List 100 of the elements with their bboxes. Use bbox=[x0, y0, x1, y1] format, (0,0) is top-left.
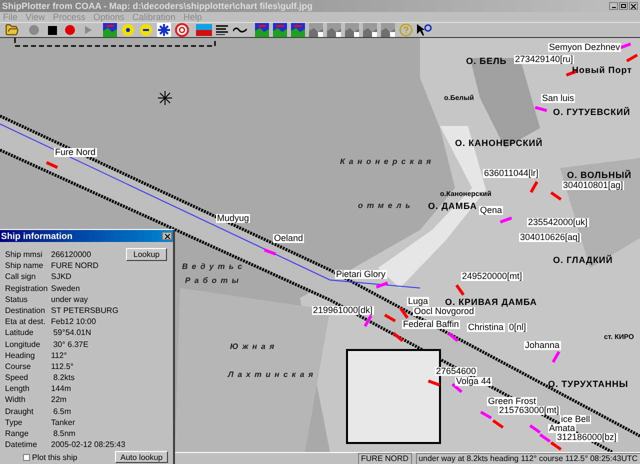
ship-marker[interactable] bbox=[552, 351, 560, 363]
layers-icon[interactable] bbox=[196, 22, 212, 38]
map-icon[interactable] bbox=[290, 22, 306, 38]
field-label: Call sign bbox=[5, 272, 36, 282]
help-icon[interactable] bbox=[398, 22, 414, 38]
field-label: Course bbox=[5, 362, 31, 372]
lookup-button[interactable]: Lookup bbox=[126, 248, 167, 261]
menu-item[interactable]: Calibration bbox=[132, 12, 176, 22]
ship-label: 235542000[uk] bbox=[527, 218, 589, 227]
field-value: ST PETERSBURG bbox=[51, 306, 118, 316]
menu-item[interactable]: Help bbox=[183, 12, 202, 22]
ship-marker[interactable] bbox=[447, 332, 459, 342]
ship-label: 249520000[mt] bbox=[461, 272, 524, 281]
field-label: Type bbox=[5, 418, 22, 428]
map-icon[interactable] bbox=[344, 22, 360, 38]
ship-label: Mudyug bbox=[216, 214, 250, 223]
ship-marker[interactable] bbox=[534, 106, 548, 112]
ship-marker[interactable] bbox=[392, 332, 404, 342]
ship-label: Qena bbox=[479, 206, 504, 215]
place-label: Новый Порт bbox=[572, 65, 632, 75]
field-label: Eta at dest. bbox=[5, 317, 46, 328]
ship-label: Luga bbox=[407, 297, 430, 306]
map-icon[interactable] bbox=[308, 22, 324, 38]
ship-marker[interactable] bbox=[455, 284, 465, 296]
field-value: Feb12 10:00 bbox=[51, 317, 96, 328]
place-label: О. ГЛАДКИЙ bbox=[553, 255, 613, 265]
field-value: 59°54.01N bbox=[52, 328, 92, 338]
menu-item[interactable]: File bbox=[3, 12, 18, 22]
pointer-help-icon[interactable] bbox=[416, 22, 432, 38]
menu-item[interactable]: Process bbox=[52, 12, 86, 22]
ship-label: Green Frost bbox=[487, 397, 538, 406]
ship-marker[interactable] bbox=[550, 441, 562, 451]
ship-marker[interactable] bbox=[264, 248, 276, 256]
field-value: 112° bbox=[51, 350, 67, 361]
menu-item[interactable]: View bbox=[26, 12, 45, 22]
place-label: О. ВОЛЬНЫЙ bbox=[567, 170, 632, 180]
water-label: Лахтинская bbox=[228, 370, 318, 379]
field-value: 144m bbox=[51, 384, 72, 394]
restore-button[interactable] bbox=[619, 2, 628, 10]
ship-label: Christina bbox=[467, 323, 505, 332]
ship-marker[interactable] bbox=[626, 54, 638, 62]
ship-label: ice Bell bbox=[560, 415, 592, 424]
water-label: отмель bbox=[358, 201, 414, 210]
place-label: О. КАНОНЕРСКИЙ bbox=[455, 138, 543, 148]
field-value: Tanker bbox=[51, 418, 76, 428]
map-icon[interactable] bbox=[102, 22, 118, 38]
menu-item[interactable]: Options bbox=[93, 12, 124, 22]
minimize-button[interactable] bbox=[609, 2, 618, 10]
folder-icon[interactable] bbox=[4, 22, 20, 38]
field-value: SJKD bbox=[51, 272, 72, 282]
ship-label: 215763000[mt] bbox=[498, 406, 560, 415]
field-label: Draught bbox=[5, 406, 34, 417]
ship-label: Pietari Glory bbox=[335, 270, 387, 279]
ship-marker[interactable] bbox=[529, 424, 541, 434]
ship-label: 27654600 bbox=[435, 367, 478, 376]
ship-marker[interactable] bbox=[384, 314, 396, 322]
ship-label: Volga 44 bbox=[455, 377, 492, 386]
field-label: Range bbox=[5, 429, 29, 439]
ship-marker[interactable] bbox=[500, 216, 512, 224]
ship-marker[interactable] bbox=[46, 161, 58, 169]
ship-marker[interactable] bbox=[399, 307, 409, 319]
map-icon[interactable] bbox=[362, 22, 378, 38]
plot-checkbox[interactable]: Plot this ship bbox=[23, 452, 78, 462]
checkbox[interactable] bbox=[23, 454, 30, 461]
close-button[interactable] bbox=[629, 2, 638, 10]
ship-marker[interactable] bbox=[364, 315, 372, 327]
ship-marker[interactable] bbox=[492, 419, 504, 429]
ship-marker[interactable] bbox=[480, 410, 492, 420]
target-icon[interactable] bbox=[174, 22, 190, 38]
status-ship-name: FURE NORD bbox=[358, 452, 412, 464]
ship-marker[interactable] bbox=[428, 380, 440, 386]
map-icon[interactable] bbox=[272, 22, 288, 38]
place-label: О. БЕЛЬ bbox=[466, 56, 507, 66]
ship-marker[interactable] bbox=[550, 191, 562, 201]
map-icon[interactable] bbox=[326, 22, 342, 38]
water-label: Ведутьс bbox=[182, 262, 246, 271]
cross-icon[interactable] bbox=[156, 22, 172, 38]
ship-label: Oocl Novgorod bbox=[413, 307, 476, 316]
ship-label: 636011044[lr] bbox=[483, 169, 540, 178]
ship-marker[interactable] bbox=[539, 433, 551, 443]
field-value: 266120000 bbox=[51, 250, 92, 260]
field-value: FURE NORD bbox=[51, 261, 99, 272]
field-value: Sweden bbox=[51, 284, 80, 294]
map-icon[interactable] bbox=[254, 22, 270, 38]
field-label: Heading bbox=[5, 350, 35, 361]
asterisk-icon bbox=[158, 90, 172, 106]
field-label: Registration bbox=[5, 284, 48, 294]
field-label: Speed bbox=[5, 373, 28, 384]
field-label: Destination bbox=[5, 306, 46, 316]
ship-label: Fure Nord bbox=[54, 148, 97, 157]
auto-lookup-button[interactable]: Auto lookup bbox=[115, 451, 168, 464]
close-button[interactable] bbox=[162, 232, 172, 240]
zoom-out-icon[interactable] bbox=[138, 22, 154, 38]
map-icon[interactable] bbox=[380, 22, 396, 38]
ship-marker[interactable] bbox=[376, 282, 388, 288]
zoom-in-icon[interactable] bbox=[120, 22, 136, 38]
field-label: Ship mmsi bbox=[5, 250, 42, 260]
ship-marker[interactable] bbox=[530, 181, 538, 193]
ship-label: 312186000[bz] bbox=[556, 433, 618, 442]
field-value: 112.5° bbox=[51, 362, 74, 372]
